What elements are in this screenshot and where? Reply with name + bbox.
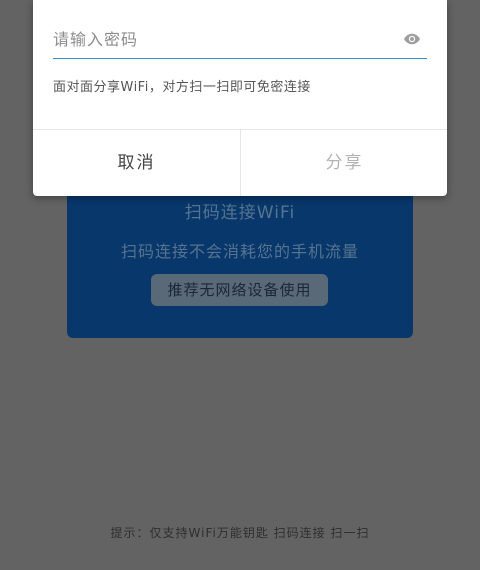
password-row: [53, 22, 427, 59]
recommend-button[interactable]: 推荐无网络设备使用: [151, 274, 328, 306]
share-description: 面对面分享WiFi，对方扫一扫即可免密连接: [53, 80, 311, 95]
eye-icon[interactable]: [403, 30, 421, 48]
password-input[interactable]: [53, 22, 383, 56]
card-subtitle: 扫码连接不会消耗您的手机流量: [120, 242, 359, 261]
cancel-button[interactable]: 取消: [33, 130, 240, 196]
footer-hint: 提示：仅支持WiFi万能钥匙 扫码连接 扫一扫: [110, 526, 370, 540]
card-title: 扫码连接WiFi: [184, 203, 296, 223]
share-wifi-dialog: 面对面分享WiFi，对方扫一扫即可免密连接 取消 分享: [33, 0, 447, 196]
share-button[interactable]: 分享: [241, 130, 448, 196]
